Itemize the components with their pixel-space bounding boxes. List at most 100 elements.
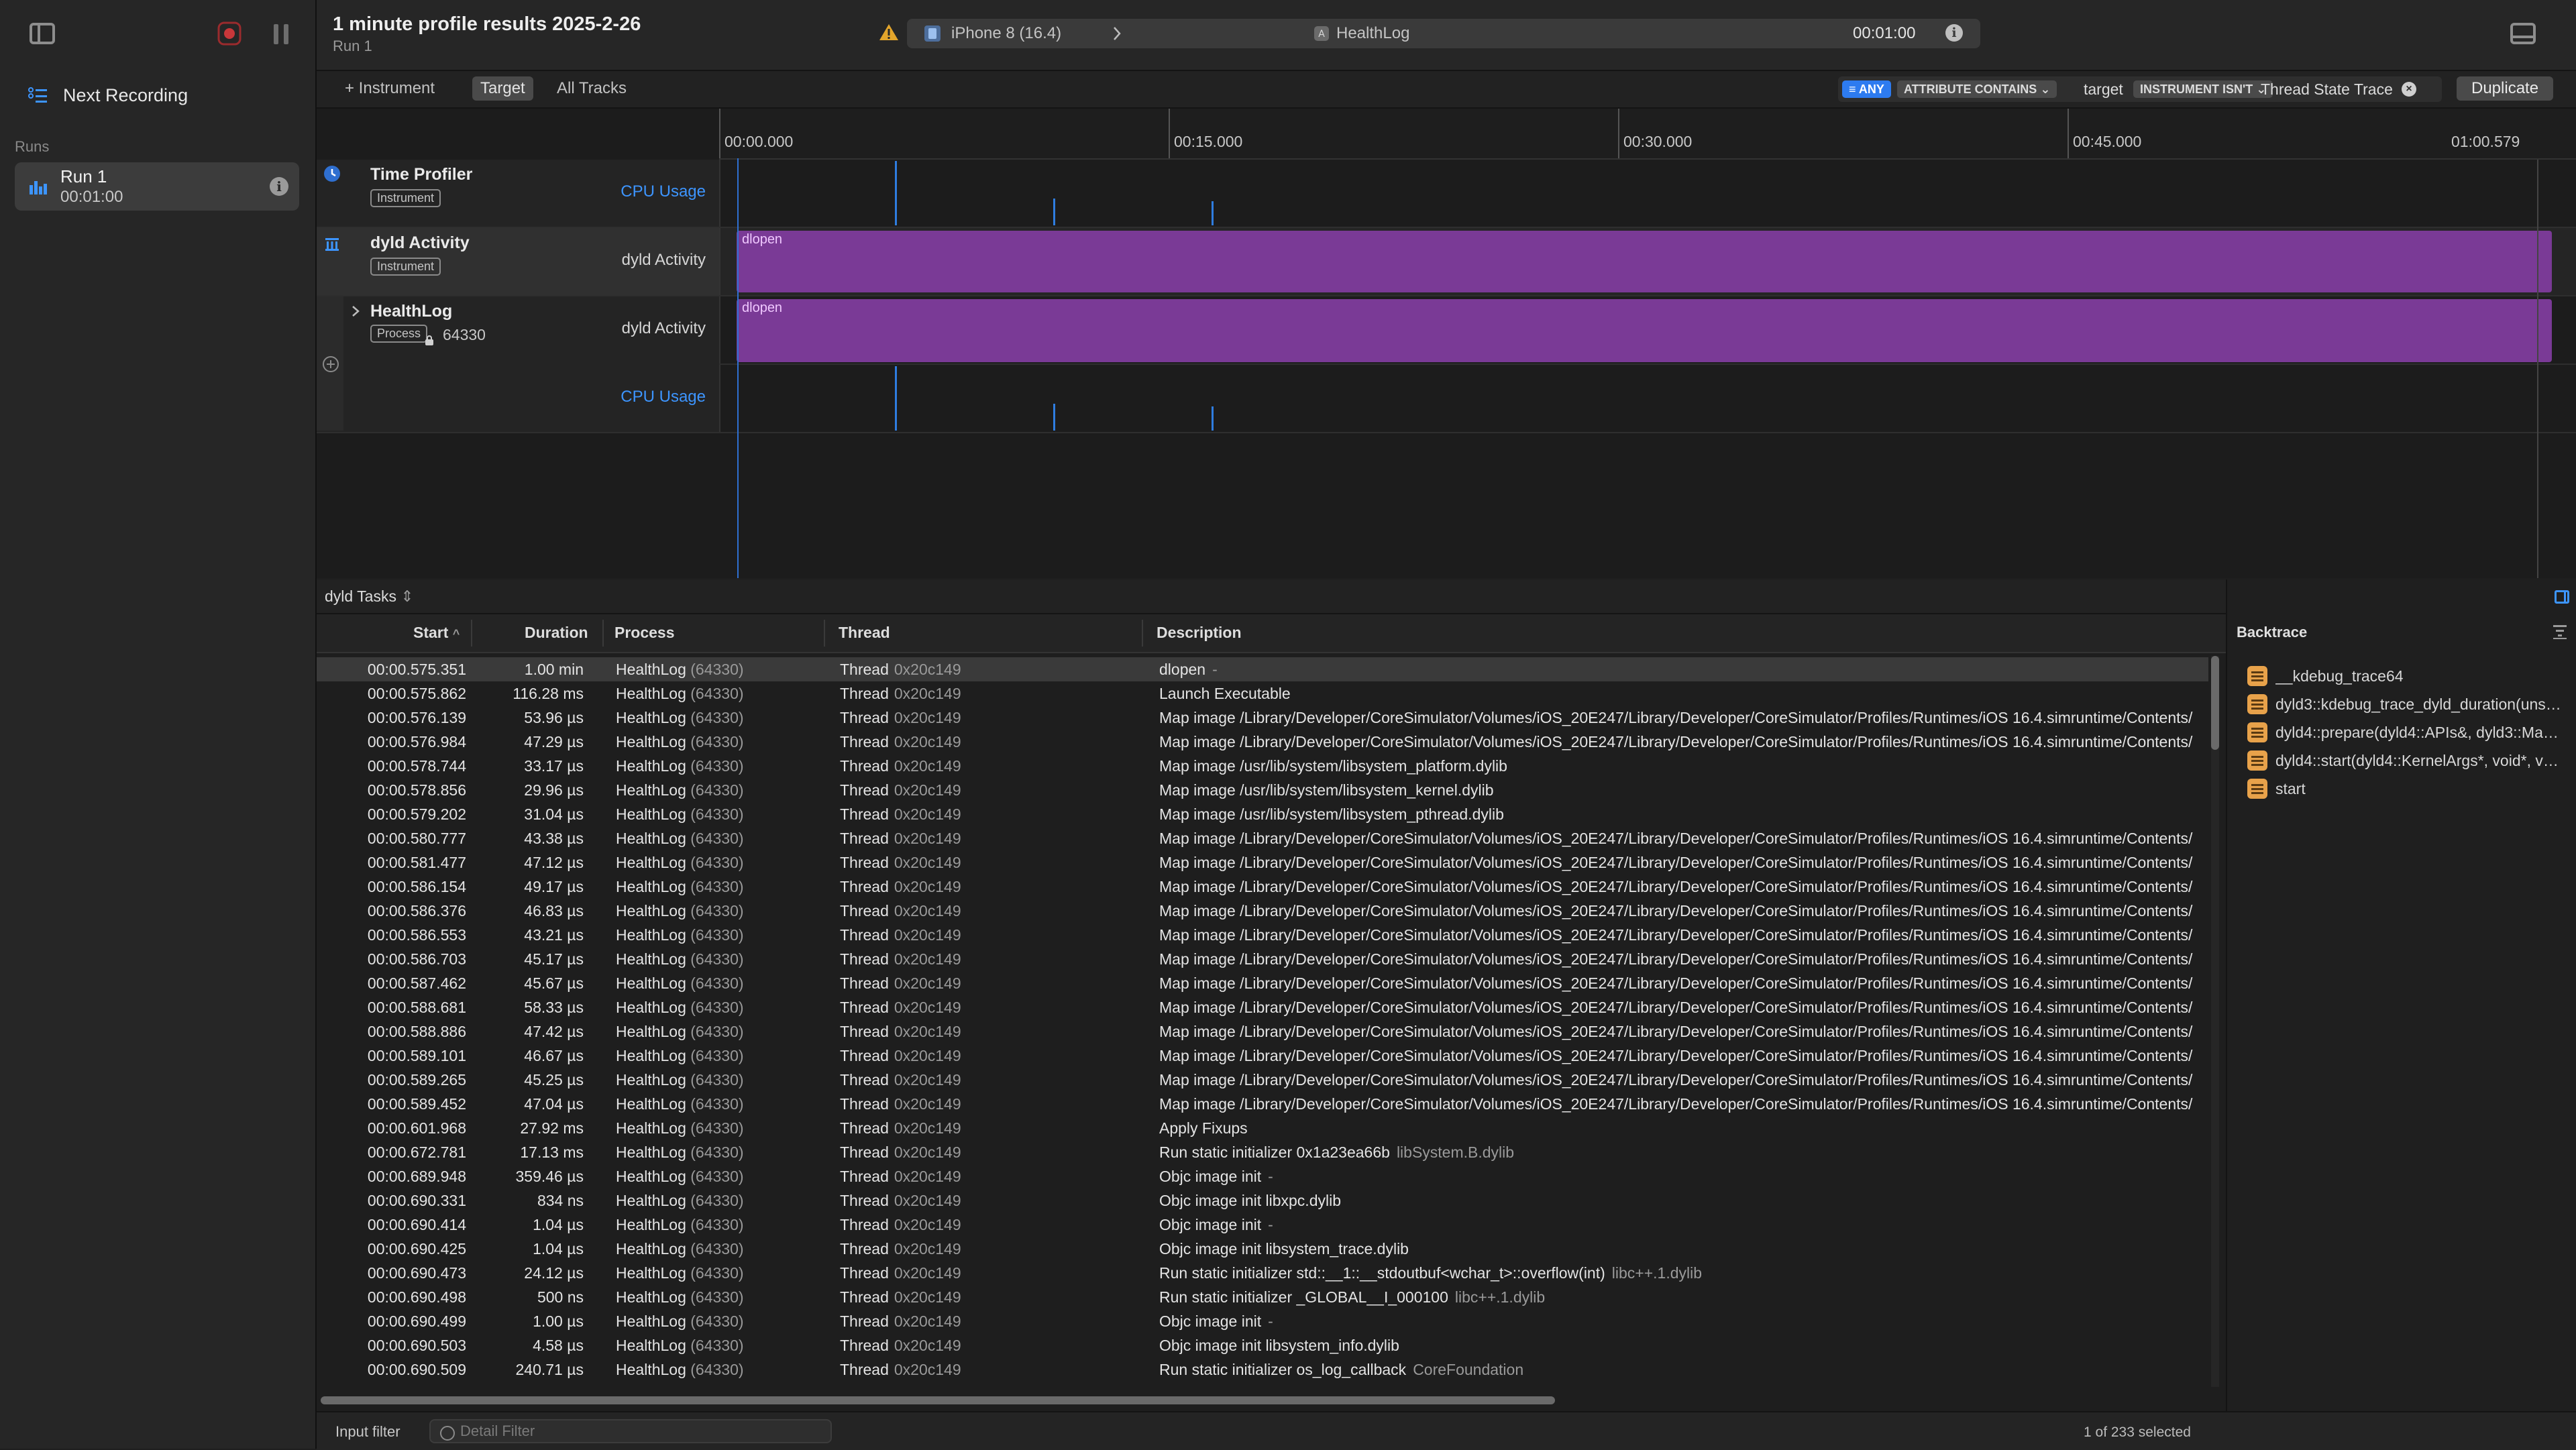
record-button[interactable] bbox=[216, 20, 243, 47]
filter-instrument-pill[interactable]: INSTRUMENT ISN'T ⌄ bbox=[2133, 80, 2273, 98]
table-row[interactable]: 00:00.690.473 24.12 µs HealthLog (64330) Th… bbox=[317, 1261, 2208, 1285]
disclosure-chevron-icon[interactable] bbox=[350, 304, 361, 318]
description-text: Objc image init bbox=[1159, 1313, 1262, 1330]
table-row[interactable]: 00:00.588.886 47.42 µs HealthLog (64330) Th… bbox=[317, 1019, 2208, 1044]
column-header-process[interactable]: Process bbox=[614, 624, 675, 642]
inspector-toggle-icon[interactable] bbox=[2555, 590, 2569, 604]
track-dyld-activity[interactable]: dyld Activity Instrument dyld Activity d… bbox=[317, 228, 2576, 296]
clear-filter-icon[interactable]: × bbox=[2402, 82, 2416, 97]
table-row[interactable]: 00:00.690.425 1.04 µs HealthLog (64330) Thr… bbox=[317, 1237, 2208, 1261]
backtrace-frame[interactable]: dyld3::kdebug_trace_dyld_duration(unsign… bbox=[2247, 692, 2563, 716]
add-track-icon[interactable] bbox=[322, 355, 339, 373]
table-row[interactable]: 00:00.579.202 31.04 µs HealthLog (64330) Th… bbox=[317, 802, 2208, 826]
column-separator[interactable] bbox=[824, 620, 825, 647]
duplicate-button[interactable]: Duplicate bbox=[2457, 76, 2554, 101]
table-row[interactable]: 00:00.588.681 58.33 µs HealthLog (64330) Th… bbox=[317, 995, 2208, 1019]
playhead[interactable] bbox=[737, 158, 739, 578]
table-row[interactable]: 00:00.690.509 240.71 µs HealthLog (64330) T… bbox=[317, 1357, 2208, 1382]
table-row[interactable]: 00:00.589.452 47.04 µs HealthLog (64330) Th… bbox=[317, 1092, 2208, 1116]
target-name[interactable]: HealthLog bbox=[1336, 24, 1409, 43]
next-recording-item[interactable]: Next Recording bbox=[28, 82, 188, 109]
track-graph-label[interactable]: CPU Usage bbox=[531, 388, 706, 406]
table-row[interactable]: 00:00.580.777 43.38 µs HealthLog (64330) Th… bbox=[317, 826, 2208, 850]
table-row[interactable]: 00:00.690.331 834 ns HealthLog (64330) Thre… bbox=[317, 1188, 2208, 1213]
table-row[interactable]: 00:00.672.781 17.13 ms HealthLog (64330) Th… bbox=[317, 1140, 2208, 1164]
track-header[interactable]: HealthLog Process 64330 dyld Activity CP… bbox=[317, 296, 720, 432]
detail-filter-input[interactable] bbox=[429, 1419, 832, 1443]
track-filter-bar[interactable]: ≡ ANY ATTRIBUTE CONTAINS ⌄ target INSTRU… bbox=[1838, 76, 2442, 102]
table-row[interactable]: 00:00.575.351 1.00 min HealthLog (64330) Th… bbox=[317, 657, 2208, 681]
column-header-start[interactable]: Start ^ bbox=[413, 624, 460, 642]
dlopen-interval[interactable]: dlopen bbox=[737, 231, 2552, 292]
info-icon[interactable]: i bbox=[270, 177, 288, 196]
backtrace-frame[interactable]: __kdebug_trace64 bbox=[2247, 664, 2563, 688]
scrollbar-thumb[interactable] bbox=[321, 1396, 1555, 1404]
cell-duration: 47.42 µs bbox=[524, 1023, 584, 1040]
table-row[interactable]: 00:00.589.265 45.25 µs HealthLog (64330) Th… bbox=[317, 1068, 2208, 1092]
input-filter-button[interactable]: Input filter bbox=[335, 1423, 400, 1441]
target-tab[interactable]: Target bbox=[472, 76, 533, 101]
filter-instrument-value[interactable]: Thread State Trace bbox=[2261, 80, 2393, 98]
table-row[interactable]: 00:00.581.477 47.12 µs HealthLog (64330) Th… bbox=[317, 850, 2208, 875]
cell-process: HealthLog (64330) bbox=[616, 802, 777, 826]
backtrace-frame[interactable]: dyld4::start(dyld4::KernelArgs*, void*, … bbox=[2247, 748, 2563, 773]
table-row[interactable]: 00:00.586.376 46.83 µs HealthLog (64330) Th… bbox=[317, 899, 2208, 923]
table-row[interactable]: 00:00.589.101 46.67 µs HealthLog (64330) Th… bbox=[317, 1044, 2208, 1068]
thread-id: 0x20c149 bbox=[894, 1361, 961, 1378]
track-graph-label[interactable]: CPU Usage bbox=[531, 182, 706, 201]
table-row[interactable]: 00:00.586.703 45.17 µs HealthLog (64330) Th… bbox=[317, 947, 2208, 971]
filter-any-pill[interactable]: ≡ ANY bbox=[1842, 80, 1891, 98]
table-row[interactable]: 00:00.689.948 359.46 µs HealthLog (64330) T… bbox=[317, 1164, 2208, 1188]
warning-icon[interactable] bbox=[879, 23, 899, 42]
track-healthlog-process[interactable]: HealthLog Process 64330 dyld Activity CP… bbox=[317, 296, 2576, 433]
table-row[interactable]: 00:00.578.856 29.96 µs HealthLog (64330) Th… bbox=[317, 778, 2208, 802]
table-row[interactable]: 00:00.578.744 33.17 µs HealthLog (64330) Th… bbox=[317, 754, 2208, 778]
table-row[interactable]: 00:00.587.462 45.67 µs HealthLog (64330) Th… bbox=[317, 971, 2208, 995]
horizontal-scrollbar[interactable] bbox=[317, 1392, 2226, 1408]
time-ruler[interactable]: 00:00.000 00:15.000 00:30.000 00:45.000 … bbox=[719, 109, 2576, 160]
frame-symbol: dyld3::kdebug_trace_dyld_duration(unsign… bbox=[2275, 695, 2563, 713]
scrollbar-thumb[interactable] bbox=[2211, 656, 2219, 750]
sidebar-toggle-icon[interactable] bbox=[30, 23, 55, 44]
pause-button[interactable] bbox=[272, 24, 290, 44]
table-row[interactable]: 00:00.690.499 1.00 µs HealthLog (64330) Thr… bbox=[317, 1309, 2208, 1333]
backtrace-frame[interactable]: start bbox=[2247, 777, 2563, 801]
table-row[interactable]: 00:00.586.553 43.21 µs HealthLog (64330) Th… bbox=[317, 923, 2208, 947]
backtrace-filter-icon[interactable] bbox=[2551, 622, 2569, 641]
table-row[interactable]: 00:00.690.503 4.58 µs HealthLog (64330) Thr… bbox=[317, 1333, 2208, 1357]
dlopen-interval[interactable]: dlopen bbox=[737, 299, 2552, 362]
track-header[interactable]: dyld Activity Instrument dyld Activity bbox=[317, 228, 720, 295]
device-name[interactable]: iPhone 8 (16.4) bbox=[951, 24, 1061, 43]
add-instrument-button[interactable]: + Instrument bbox=[337, 76, 443, 101]
column-header-description[interactable]: Description bbox=[1157, 624, 1242, 642]
column-header-duration[interactable]: Duration bbox=[525, 624, 588, 642]
table-row[interactable]: 00:00.690.498 500 ns HealthLog (64330) Thre… bbox=[317, 1285, 2208, 1309]
all-tracks-tab[interactable]: All Tracks bbox=[549, 76, 635, 101]
table-row[interactable]: 00:00.601.968 27.92 ms HealthLog (64330) Th… bbox=[317, 1116, 2208, 1140]
column-separator[interactable] bbox=[602, 620, 604, 647]
table-row[interactable]: 00:00.576.984 47.29 µs HealthLog (64330) Th… bbox=[317, 730, 2208, 754]
bottom-panel-toggle-icon[interactable] bbox=[2510, 23, 2536, 44]
device-target-bar[interactable]: iPhone 8 (16.4) A HealthLog 00:01:00 i bbox=[907, 19, 1980, 48]
track-time-profiler[interactable]: Time Profiler Instrument CPU Usage bbox=[317, 160, 2576, 228]
track-header[interactable]: Time Profiler Instrument CPU Usage bbox=[317, 160, 720, 227]
cell-process: HealthLog (64330) bbox=[616, 1068, 777, 1092]
detail-scope-selector[interactable]: dyld Tasks ⇕ bbox=[325, 588, 414, 606]
table-row[interactable]: 00:00.575.862 116.28 ms HealthLog (64330) T… bbox=[317, 681, 2208, 706]
cell-start: 00:00.589.101 bbox=[367, 1047, 466, 1064]
filter-attribute-pill[interactable]: ATTRIBUTE CONTAINS ⌄ bbox=[1897, 80, 2057, 98]
column-separator[interactable] bbox=[471, 620, 472, 647]
column-separator[interactable] bbox=[1142, 620, 1143, 647]
filter-attribute-value[interactable]: target bbox=[2084, 80, 2123, 98]
info-icon[interactable]: i bbox=[1945, 24, 1963, 42]
process-id: (64330) bbox=[690, 1047, 744, 1064]
run-item[interactable]: Run 1 00:01:00 i bbox=[15, 162, 299, 211]
interval-label: dlopen bbox=[742, 300, 783, 315]
column-header-thread[interactable]: Thread bbox=[839, 624, 890, 642]
backtrace-frame[interactable]: dyld4::prepare(dyld4::APIs&, dyld3::Mach… bbox=[2247, 720, 2563, 744]
table-row[interactable]: 00:00.586.154 49.17 µs HealthLog (64330) Th… bbox=[317, 875, 2208, 899]
table-row[interactable]: 00:00.690.414 1.04 µs HealthLog (64330) Thr… bbox=[317, 1213, 2208, 1237]
vertical-scrollbar[interactable] bbox=[2211, 656, 2219, 1387]
process-id: (64330) bbox=[690, 1361, 744, 1378]
table-row[interactable]: 00:00.576.139 53.96 µs HealthLog (64330) Th… bbox=[317, 706, 2208, 730]
